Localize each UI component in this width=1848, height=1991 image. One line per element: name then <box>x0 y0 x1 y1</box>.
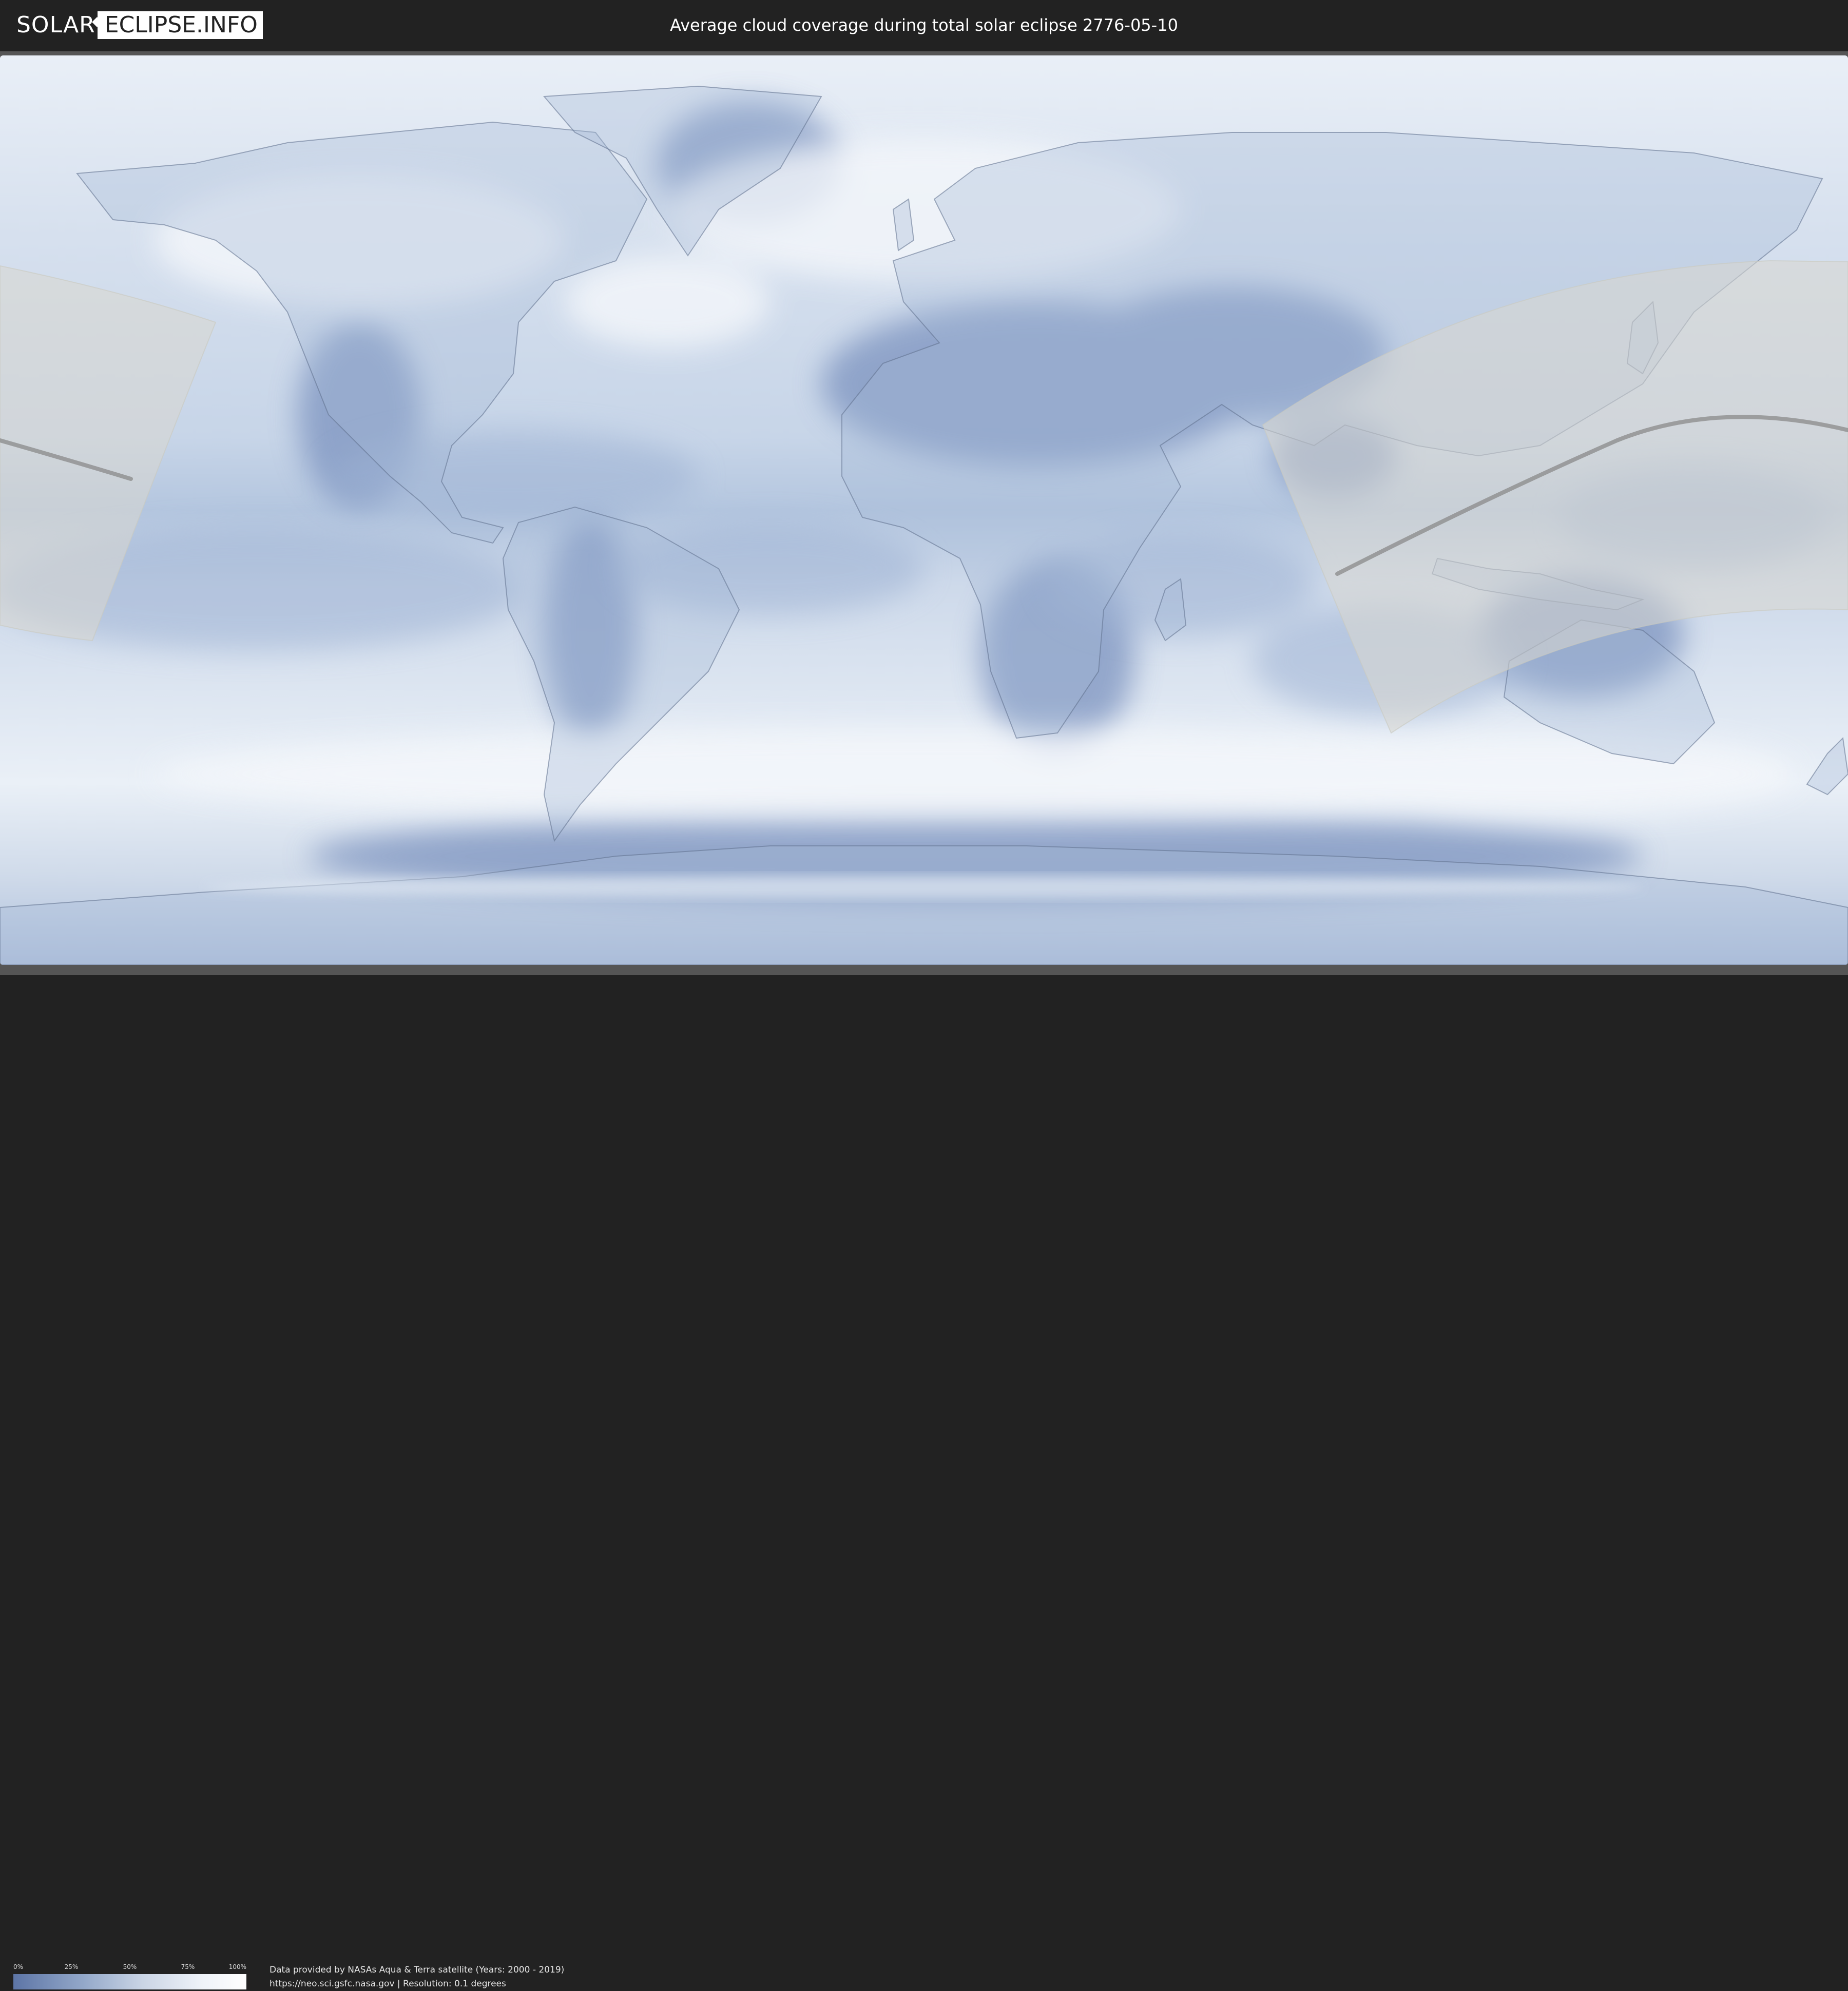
cloud-coverage-legend: 0% 25% 50% 75% 100% <box>13 1963 246 1989</box>
legend-tick-75: 75% <box>181 1963 195 1970</box>
cloud-coverage-map[interactable] <box>0 55 1848 965</box>
legend-tick-25: 25% <box>64 1963 79 1970</box>
legend-tick-100: 100% <box>228 1963 246 1970</box>
data-credits: Data provided by NASAs Aqua & Terra sate… <box>270 1963 564 1991</box>
credits-line-source: Data provided by NASAs Aqua & Terra sate… <box>270 1965 565 1975</box>
credits-line-url[interactable]: https://neo.sci.gsfc.nasa.gov | Resoluti… <box>270 1977 564 1991</box>
legend-tick-50: 50% <box>123 1963 137 1970</box>
header-bar: SOLAR ECLIPSE.INFO Average cloud coverag… <box>0 0 1848 51</box>
legend-color-bar <box>13 1974 246 1989</box>
legend-ticks: 0% 25% 50% 75% 100% <box>13 1963 246 1971</box>
ice-shelf <box>205 876 1643 898</box>
page-title: Average cloud coverage during total sola… <box>670 15 1178 35</box>
footer-bar: 0% 25% 50% 75% 100% Data provided by NAS… <box>0 975 1848 1989</box>
legend-tick-0: 0% <box>13 1963 24 1970</box>
